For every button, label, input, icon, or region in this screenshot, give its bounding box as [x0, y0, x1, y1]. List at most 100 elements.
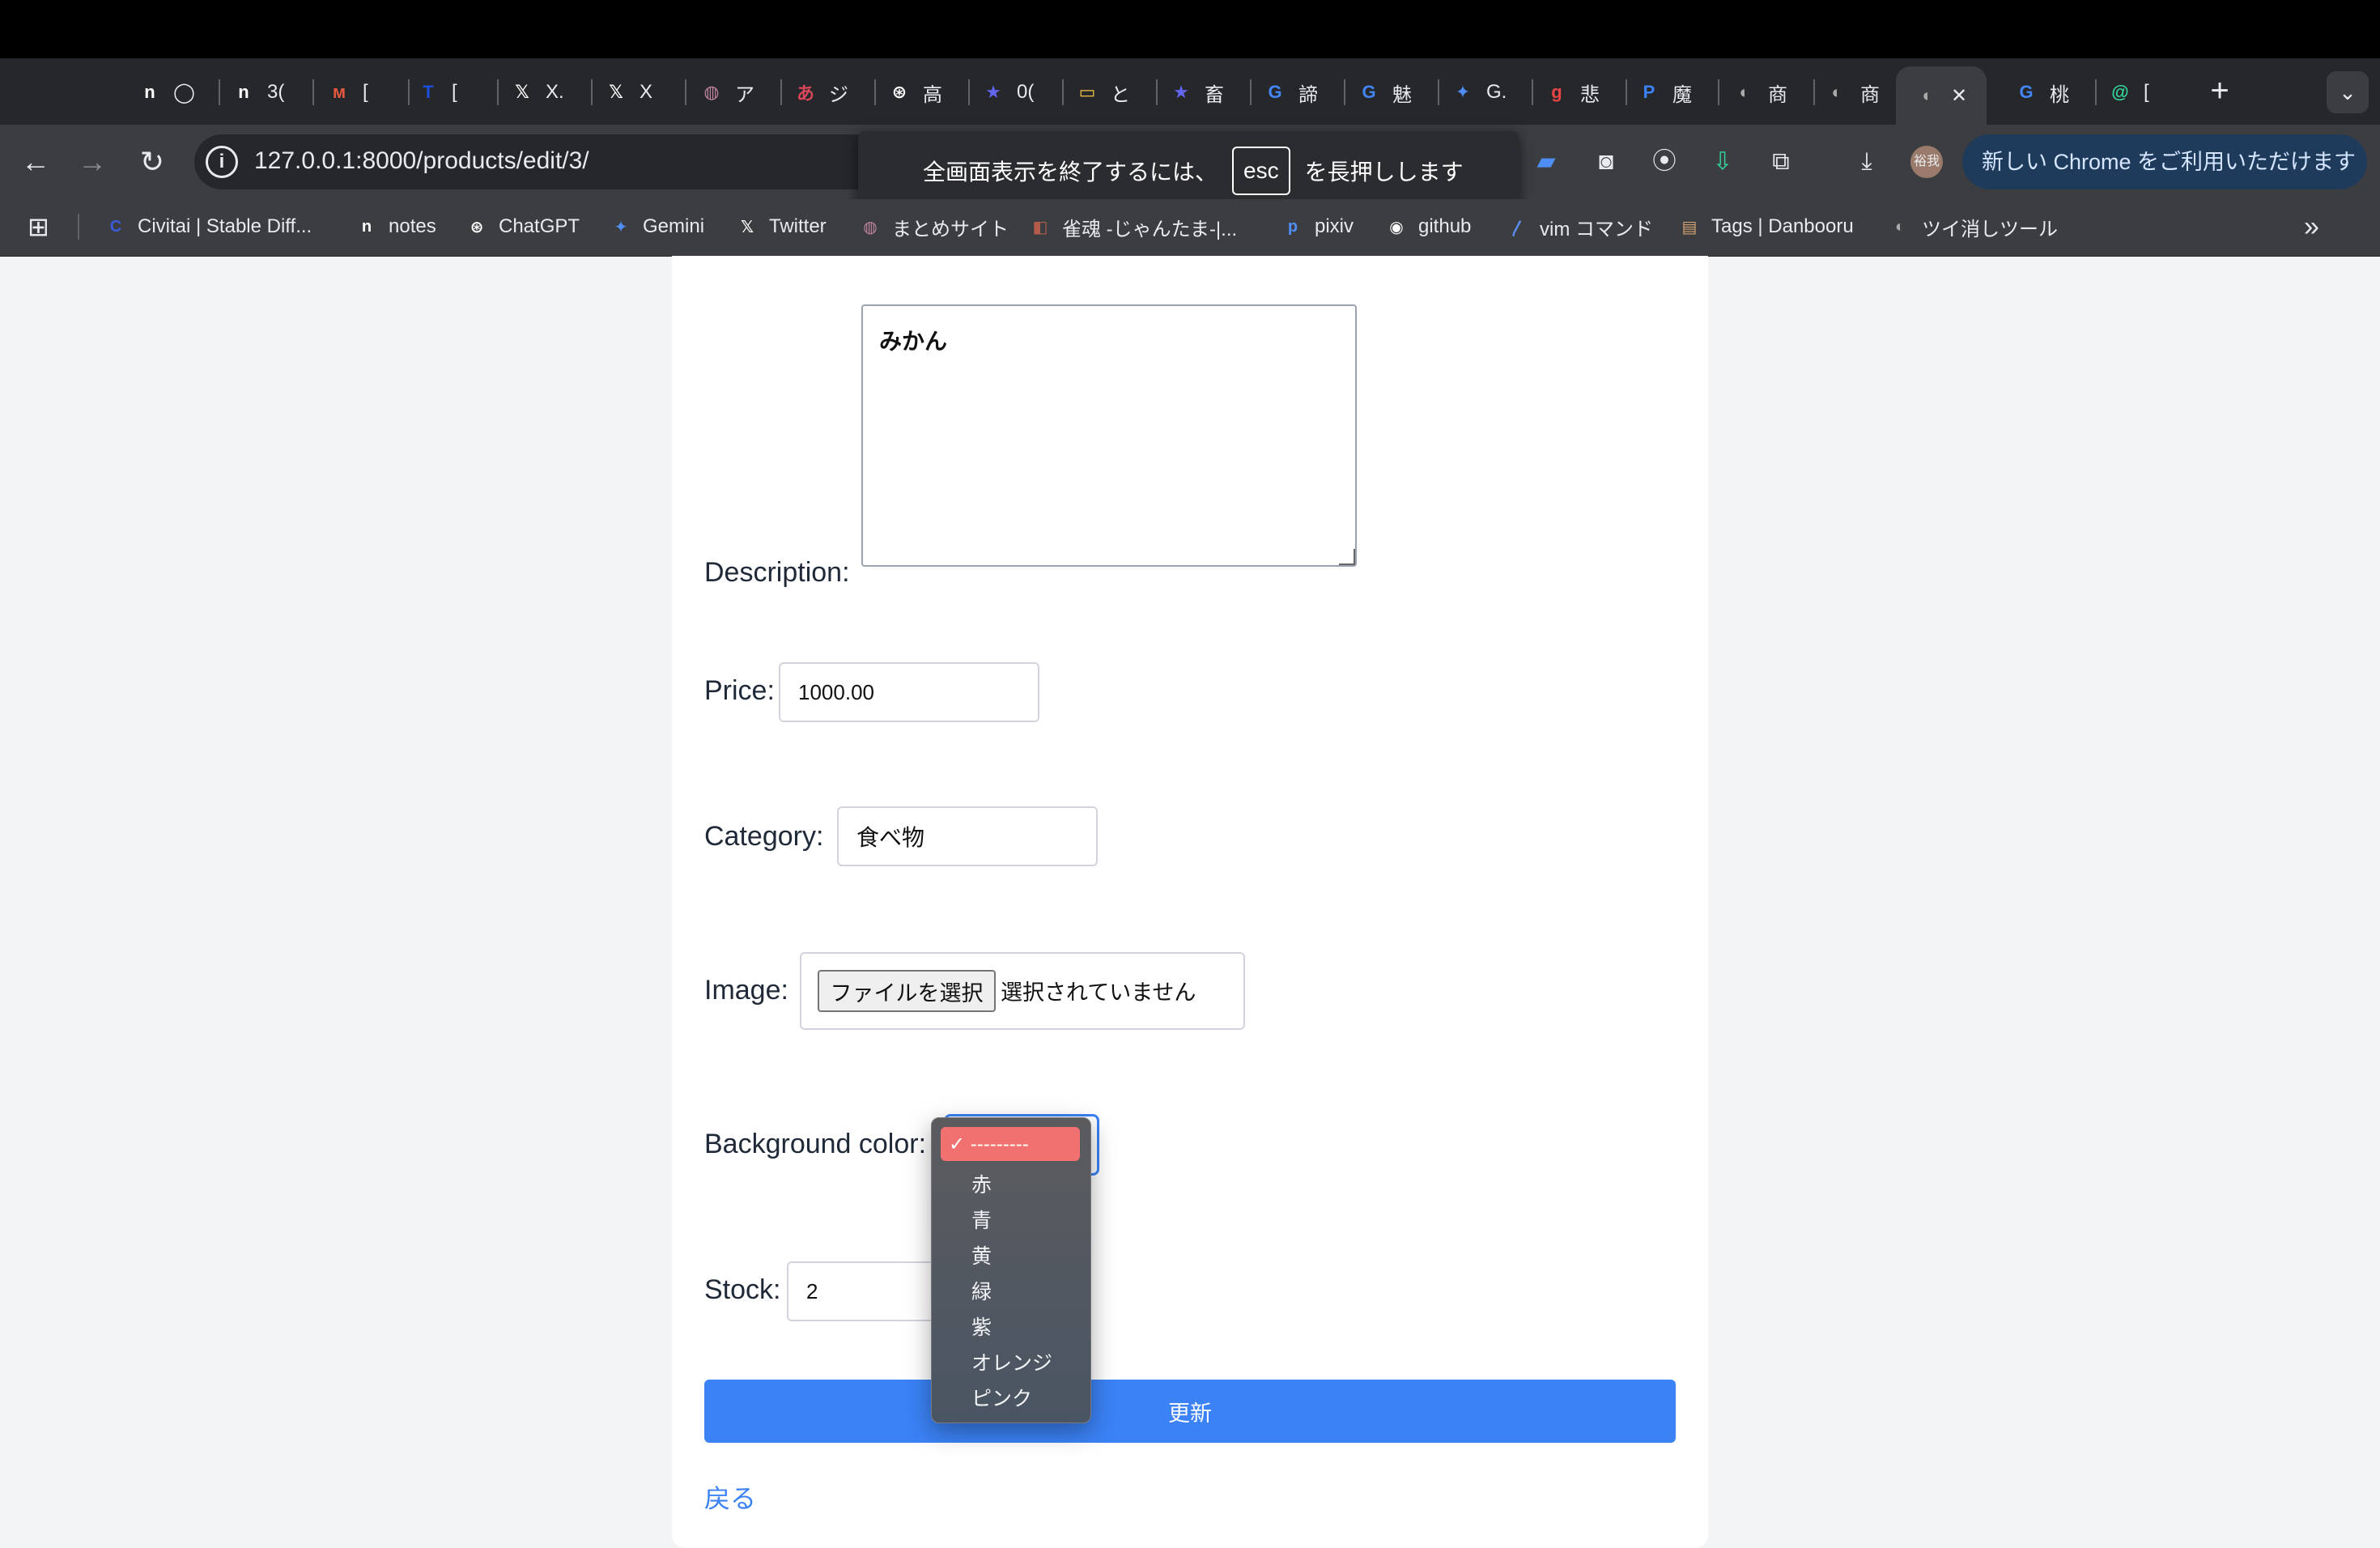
- browser-tab[interactable]: ✦ G.: [1451, 66, 1507, 118]
- price-input[interactable]: 1000.00: [779, 662, 1039, 722]
- tab-favicon-icon: @: [2111, 82, 2129, 102]
- extensions-icon[interactable]: ⧉: [1765, 146, 1797, 178]
- dropdown-option[interactable]: 赤: [971, 1169, 992, 1198]
- browser-tab[interactable]: 𝕏 X.: [510, 66, 564, 118]
- bookmark-item[interactable]: 𝕏 Twitter: [735, 212, 827, 241]
- toast-text-before: 全画面表示を終了するには、: [923, 159, 1218, 185]
- bookmarks-overflow-icon[interactable]: »: [2304, 211, 2319, 242]
- bookmark-item[interactable]: ◧ 雀魂 -じゃんたま-|...: [1028, 212, 1238, 241]
- tab-search-button[interactable]: ⌄: [2327, 71, 2369, 113]
- tab-title: 0(: [1017, 81, 1035, 103]
- bookmark-item[interactable]: 〳 vim コマンド: [1506, 212, 1653, 241]
- choose-file-button[interactable]: ファイルを選択: [818, 970, 996, 1012]
- dropdown-option[interactable]: オレンジ: [971, 1347, 1052, 1376]
- browser-tab[interactable]: ◍ ア: [699, 66, 754, 118]
- tab-separator: [1813, 79, 1815, 105]
- category-input[interactable]: 食べ物: [837, 806, 1098, 866]
- tab-favicon-icon: T: [423, 82, 434, 102]
- browser-tab[interactable]: n 3(: [232, 66, 284, 118]
- browser-tab[interactable]: ⊛ 高: [887, 66, 942, 118]
- bookmark-icon: C: [109, 217, 122, 236]
- forward-arrow-icon[interactable]: →: [73, 142, 112, 181]
- browser-tab[interactable]: n ◯: [138, 66, 195, 118]
- reader-mode-icon[interactable]: ▰: [1530, 146, 1562, 178]
- file-status-text: 選択されていません: [1001, 980, 1196, 1005]
- browser-tab[interactable]: ◐ 商: [1825, 66, 1880, 118]
- dropdown-option[interactable]: ピンク: [971, 1383, 1032, 1412]
- browser-tab[interactable]: ◐ ✕: [1896, 66, 1987, 125]
- tab-title: X.: [546, 81, 564, 103]
- browser-tab[interactable]: 𝕏X: [604, 66, 652, 118]
- bookmark-item[interactable]: p pixiv: [1281, 212, 1354, 241]
- dropdown-option[interactable]: 黄: [971, 1240, 992, 1269]
- bookmark-label: 雀魂 -じゃんたま-|...: [1062, 218, 1238, 240]
- stock-input[interactable]: 2: [787, 1261, 949, 1321]
- browser-tab[interactable]: あジ: [793, 66, 848, 118]
- dropdown-option-empty[interactable]: ✓ ---------: [941, 1127, 1080, 1161]
- bookmark-label: まとめサイト: [892, 218, 1009, 240]
- screenshot-icon[interactable]: ◙: [1590, 146, 1622, 178]
- bookmark-item[interactable]: ✦ Gemini: [609, 212, 704, 241]
- back-arrow-icon[interactable]: ←: [16, 142, 55, 181]
- tab-separator: [1626, 79, 1627, 105]
- tab-separator: [968, 79, 970, 105]
- download-extension-icon[interactable]: ⇩: [1706, 146, 1739, 178]
- browser-tab[interactable]: ★ 0(: [981, 66, 1034, 118]
- browser-tab[interactable]: G諦: [1263, 66, 1318, 118]
- browser-tab[interactable]: T[: [416, 66, 457, 118]
- tab-title: ア: [735, 83, 754, 106]
- back-link[interactable]: 戻る: [704, 1478, 756, 1516]
- browser-tab[interactable]: @[: [2108, 66, 2148, 118]
- browser-tab[interactable]: G桃: [2014, 66, 2069, 118]
- site-info-icon[interactable]: i: [206, 146, 238, 178]
- bookmark-icon: ▤: [1681, 218, 1698, 236]
- bookmark-icon: p: [1287, 217, 1298, 236]
- tab-title: 悲: [1580, 83, 1600, 106]
- dropdown-option[interactable]: 青: [971, 1205, 992, 1234]
- tab-favicon-icon: n: [238, 82, 249, 102]
- update-button[interactable]: 更新: [704, 1380, 1676, 1443]
- browser-tab[interactable]: P魔: [1637, 66, 1692, 118]
- browser-tab[interactable]: ◐ 商: [1732, 66, 1787, 118]
- url-text[interactable]: 127.0.0.1:8000/products/edit/3/: [254, 147, 589, 175]
- browser-tab[interactable]: ▭ と: [1075, 66, 1130, 118]
- bookmark-item[interactable]: ◍ まとめサイト: [858, 212, 1009, 241]
- reload-icon[interactable]: ↻: [133, 142, 172, 181]
- textarea-resize-handle[interactable]: [1339, 549, 1355, 565]
- dropdown-option[interactable]: 紫: [971, 1312, 992, 1341]
- chrome-update-button[interactable]: 新しい Chrome をご利用いただけます ⋮: [1962, 134, 2367, 229]
- description-textarea[interactable]: みかん: [861, 304, 1357, 567]
- profile-avatar[interactable]: 裕我: [1910, 146, 1943, 178]
- browser-tab[interactable]: ᴍ[: [327, 66, 368, 118]
- esc-key-label: esc: [1232, 147, 1290, 195]
- background-color-dropdown: [931, 1117, 1091, 1423]
- bookmark-item[interactable]: n notes: [355, 212, 436, 241]
- dropdown-option[interactable]: 緑: [971, 1276, 992, 1305]
- browser-tab[interactable]: g悲: [1545, 66, 1600, 118]
- tab-favicon-icon: G: [1362, 82, 1376, 102]
- record-icon[interactable]: ⦿: [1648, 146, 1681, 178]
- tab-separator: [2095, 79, 2097, 105]
- bookmark-item[interactable]: C Civitai | Stable Diff...: [104, 212, 312, 241]
- bookmark-label: Tags | Danbooru: [1711, 215, 1854, 237]
- bookmark-item[interactable]: ◉ github: [1384, 212, 1471, 241]
- description-label: Description:: [704, 557, 850, 588]
- bookmark-icon: n: [361, 217, 372, 236]
- browser-tab[interactable]: G魅: [1357, 66, 1412, 118]
- bookmark-icon: ⊛: [470, 218, 484, 236]
- bookmark-item[interactable]: ◐ ツイ消しツール: [1888, 212, 2058, 241]
- bookmark-item[interactable]: ⊛ ChatGPT: [465, 212, 580, 241]
- new-tab-button[interactable]: +: [2200, 73, 2239, 112]
- tab-favicon-icon: ⊛: [891, 82, 907, 102]
- tab-separator: [1344, 79, 1345, 105]
- tab-separator: [591, 79, 593, 105]
- browser-tab[interactable]: ★ 畜: [1169, 66, 1224, 118]
- bookmark-item[interactable]: ▤ Tags | Danbooru: [1677, 212, 1854, 241]
- tab-title: 3(: [267, 81, 285, 103]
- downloads-icon[interactable]: ⤓: [1851, 146, 1883, 178]
- tab-separator: [312, 79, 314, 105]
- apps-grid-icon[interactable]: ⊞: [28, 212, 49, 241]
- tab-favicon-icon: あ: [796, 83, 814, 104]
- tab-favicon-icon: ᴍ: [332, 82, 346, 102]
- bookmark-label: ツイ消しツール: [1922, 218, 2058, 240]
